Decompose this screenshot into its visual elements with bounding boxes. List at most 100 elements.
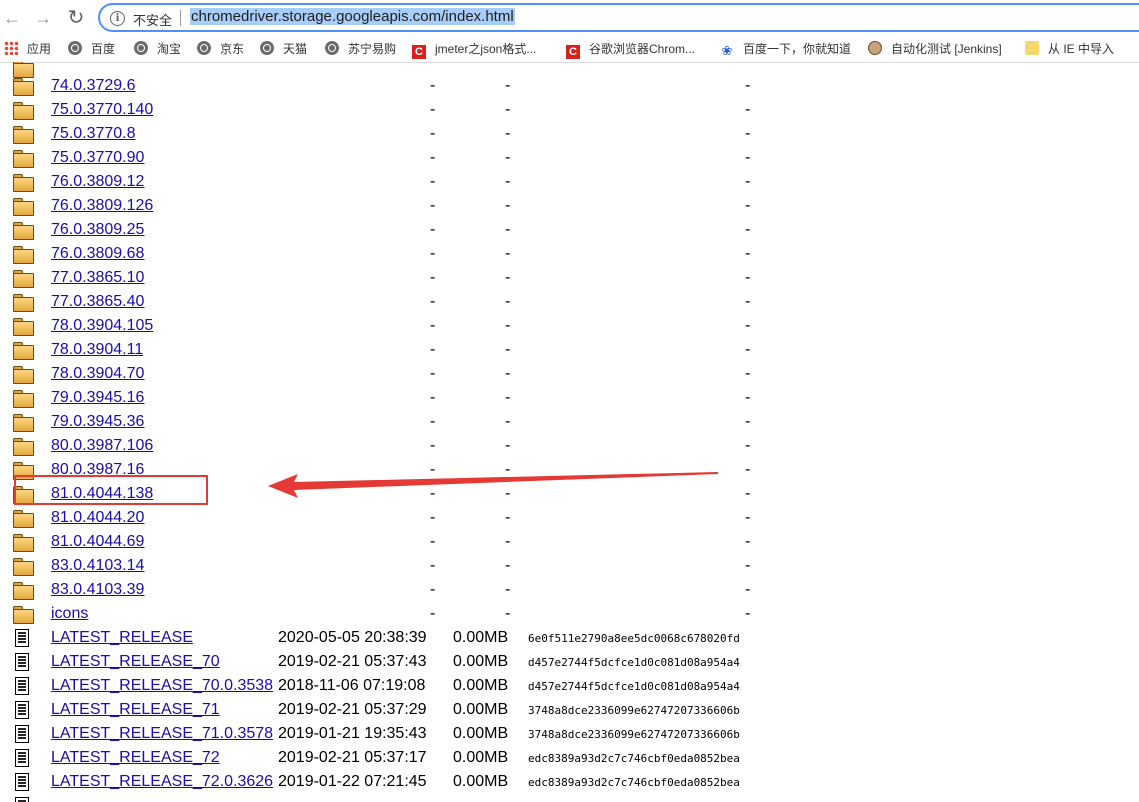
back-arrow-icon[interactable]: ←	[0, 6, 24, 30]
size-cell: 0.00MB	[453, 749, 509, 766]
bookmark-item[interactable]: 天猫	[260, 41, 307, 57]
etag-cell: 3748a8dce2336099e62747207336606b	[528, 728, 740, 741]
etag-cell: -	[745, 605, 751, 622]
folder-link[interactable]: 78.0.3904.70	[51, 365, 144, 383]
folder-link[interactable]: 76.0.3809.25	[51, 221, 144, 239]
date-cell: -	[430, 149, 436, 166]
etag-cell: -	[745, 413, 751, 430]
bookmark-item[interactable]: 京东	[197, 41, 244, 57]
bookmark-item[interactable]: 百度	[68, 41, 115, 57]
bookmark-item[interactable]: C 谷歌浏览器Chrom...	[566, 41, 695, 59]
annotation-arrow	[268, 472, 718, 498]
folder-icon	[13, 269, 34, 288]
bookmark-item[interactable]: 淘宝	[134, 41, 181, 57]
bookmark-label: 百度	[91, 42, 116, 56]
etag-cell: -	[745, 533, 751, 550]
file-link[interactable]: LATEST_RELEASE_72	[51, 749, 220, 767]
url-text[interactable]: chromedriver.storage.googleapis.com/inde…	[190, 8, 515, 25]
bookmark-item[interactable]: Cjmeter之json格式...	[412, 41, 536, 59]
size-cell: -	[505, 221, 511, 238]
size-cell: -	[505, 341, 511, 358]
folder-link[interactable]: 81.0.4044.20	[51, 509, 144, 527]
folder-link[interactable]: 78.0.3904.105	[51, 317, 153, 335]
bookmark-item[interactable]: 从 IE 中导入	[1025, 41, 1114, 57]
globe-icon	[68, 41, 82, 55]
etag-cell: -	[745, 269, 751, 286]
folder-row: 79.0.3945.16 - - -	[0, 386, 1139, 410]
folder-link[interactable]: 79.0.3945.36	[51, 413, 144, 431]
folder-link[interactable]: 76.0.3809.126	[51, 197, 153, 215]
folder-icon	[13, 77, 34, 96]
date-cell: -	[430, 341, 436, 358]
date-cell: -	[430, 557, 436, 574]
folder-link[interactable]: 83.0.4103.39	[51, 581, 144, 599]
etag-cell: -	[745, 245, 751, 262]
file-link[interactable]: LATEST_RELEASE	[51, 629, 193, 647]
date-cell: -	[430, 197, 436, 214]
size-cell: -	[505, 437, 511, 454]
reload-icon[interactable]: ↻	[64, 6, 88, 30]
folder-row: 76.0.3809.126 - - -	[0, 194, 1139, 218]
date-cell: 2019-02-21 05:37:17	[278, 749, 427, 766]
folder-link[interactable]: 83.0.4103.14	[51, 557, 144, 575]
etag-cell: 3748a8dce2336099e62747207336606b	[528, 704, 740, 717]
bookmark-label: 苏宁易购	[348, 42, 397, 56]
folder-link[interactable]: 76.0.3809.12	[51, 173, 144, 191]
size-cell: -	[505, 269, 511, 286]
etag-cell: -	[745, 101, 751, 118]
file-link[interactable]: LATEST_RELEASE_71.0.3578	[51, 725, 273, 743]
bookmark-label: 天猫	[283, 42, 308, 56]
folder-row: 81.0.4044.20 - - -	[0, 506, 1139, 530]
size-cell: 0.00MB	[453, 629, 509, 646]
globe-icon	[325, 41, 339, 55]
bookmark-item[interactable]: ❀ 百度一下，你就知道	[720, 41, 851, 58]
forward-arrow-icon[interactable]: →	[31, 6, 55, 30]
bookmark-label: 应用	[27, 42, 52, 56]
folder-link[interactable]: 78.0.3904.11	[51, 341, 143, 359]
file-row: LATEST_RELEASE_71 2019-02-21 05:37:29 0.00…	[0, 698, 1139, 722]
folder-link[interactable]: icons	[51, 605, 88, 623]
etag-cell: -	[745, 173, 751, 190]
etag-cell: -	[745, 197, 751, 214]
bookmark-item[interactable]: 应用	[4, 41, 51, 57]
date-cell: -	[430, 605, 436, 622]
address-bar[interactable]: i 不安全 chromedriver.storage.googleapis.co…	[98, 3, 1139, 32]
csdn-icon: C	[412, 45, 426, 59]
date-cell: 2020-05-05 20:38:39	[278, 629, 427, 646]
globe-icon	[260, 41, 274, 55]
etag-cell: edc8389a93d2c7c746cbf0eda0852bea	[528, 776, 740, 789]
folder-link[interactable]: 81.0.4044.69	[51, 533, 144, 551]
security-label[interactable]: 不安全	[133, 10, 172, 29]
folder-link[interactable]: 74.0.3729.6	[51, 77, 136, 95]
file-link[interactable]: LATEST_RELEASE_71	[51, 701, 220, 719]
size-cell: -	[505, 317, 511, 334]
folder-link[interactable]: 79.0.3945.16	[51, 389, 144, 407]
folder-icon	[13, 197, 34, 216]
size-cell: -	[505, 149, 511, 166]
size-cell: -	[505, 581, 511, 598]
folder-icon	[13, 173, 34, 192]
folder-link[interactable]: 75.0.3770.8	[51, 125, 136, 143]
folder-link[interactable]: 76.0.3809.68	[51, 245, 144, 263]
folder-link[interactable]: 75.0.3770.140	[51, 101, 153, 119]
file-link[interactable]: LATEST_RELEASE_72.0.3626	[51, 773, 273, 791]
folder-link[interactable]: 77.0.3865.10	[51, 269, 144, 287]
bookmark-item[interactable]: 自动化测试 [Jenkins]	[868, 41, 1002, 57]
folder-link[interactable]: 77.0.3865.40	[51, 293, 144, 311]
file-link[interactable]: LATEST_RELEASE_70.0.3538	[51, 677, 273, 695]
size-cell: 0.00MB	[453, 725, 509, 742]
file-link[interactable]: LATEST_RELEASE_70	[51, 653, 220, 671]
size-cell: -	[505, 389, 511, 406]
folder-row: 76.0.3809.68 - - -	[0, 242, 1139, 266]
folder-icon	[13, 389, 34, 408]
folder-link[interactable]: 75.0.3770.90	[51, 149, 144, 167]
browser-toolbar: ← → ↻ i 不安全 chromedriver.storage.googlea…	[0, 0, 1139, 36]
size-cell: -	[505, 605, 511, 622]
size-cell: -	[505, 365, 511, 382]
folder-link[interactable]: 80.0.3987.106	[51, 437, 153, 455]
bookmark-item[interactable]: 苏宁易购	[325, 41, 396, 57]
info-icon[interactable]: i	[110, 11, 125, 26]
date-cell: -	[430, 389, 436, 406]
bookmark-label: 淘宝	[157, 42, 182, 56]
folder-icon	[13, 605, 34, 624]
